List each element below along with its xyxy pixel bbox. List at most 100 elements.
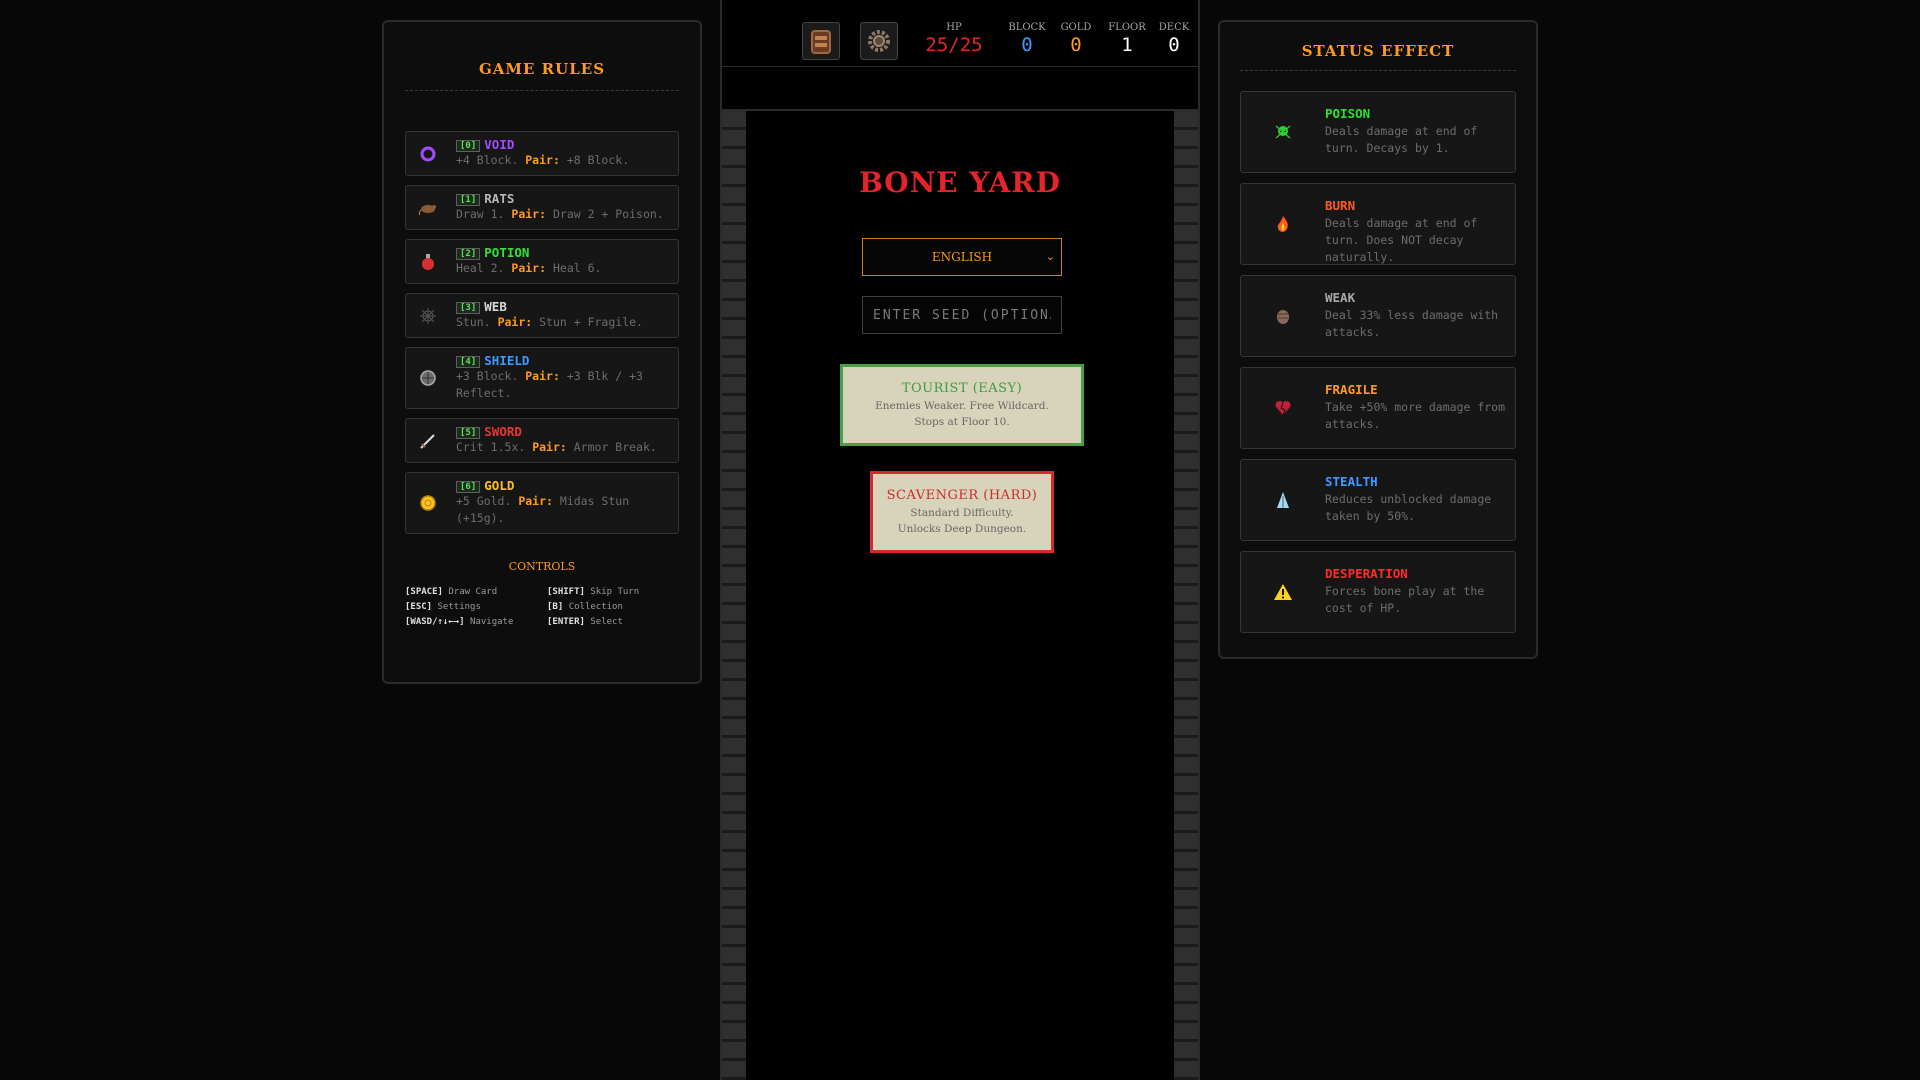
status-name: BURN [1325, 198, 1356, 213]
rule-pair-effect: Stun + Fragile. [539, 315, 643, 329]
pair-label: Pair: [511, 207, 547, 221]
gold-value: 0 [1070, 34, 1082, 56]
gold-label: GOLD [1060, 22, 1092, 33]
status-desc: Deals damage at end of turn. Decays by 1… [1325, 124, 1478, 155]
language-value: ENGLISH [931, 250, 993, 264]
status-effect-title: STATUS EFFECT [1240, 42, 1516, 71]
rules-list: [0] VOID +4 Block. Pair: +8 Block. [1] RATS D… [405, 131, 679, 534]
tourist-mode-button[interactable]: TOURIST (EASY) Enemies Weaker. Free Wild… [840, 364, 1084, 446]
status-card-desperation: DESPERATION Forces bone play at the cost … [1240, 551, 1516, 633]
status-card-fragile: FRAGILE Take +50% more damage from attack… [1240, 367, 1516, 449]
rule-card-sword: [5] SWORD Crit 1.5x. Pair: Armor Break. [405, 418, 679, 463]
web-icon [418, 306, 438, 326]
scavenger-mode-button[interactable]: SCAVENGER (HARD) Standard Difficulty. Un… [870, 471, 1054, 553]
settings-button[interactable] [860, 22, 898, 60]
seed-input[interactable] [862, 296, 1062, 334]
pair-label: Pair: [532, 440, 567, 454]
rule-desc: Heal 2. Pair: Heal 6. [456, 260, 670, 277]
rule-card-gold: [6] GOLD +5 Gold. Pair: Midas Stun (+15g). [405, 472, 679, 534]
deck-label: DECK [1158, 22, 1190, 33]
potion-icon [418, 252, 438, 272]
control-key: [B] [547, 602, 564, 612]
status-name: WEAK [1325, 290, 1356, 305]
rule-desc: +3 Block. Pair: +3 Blk / +3 Reflect. [456, 368, 670, 402]
shield-icon [418, 368, 438, 388]
rule-effect: Draw 1. [456, 207, 505, 221]
gear-icon [868, 30, 890, 52]
floor-value: 1 [1121, 34, 1133, 56]
rule-pair-effect: Heal 6. [552, 261, 602, 275]
rule-index: [1] [456, 194, 481, 206]
hud-bar: HP 25/25 BLOCK 0 GOLD 0 FLOOR 1 DECK 0 [722, 0, 1198, 67]
control-hint: [SHIFT] Skip Turn [547, 587, 677, 597]
rule-name: POTION [484, 245, 530, 260]
status-name: FRAGILE [1325, 382, 1378, 397]
rule-effect: +3 Block. [456, 369, 519, 383]
poison-skull-icon [1273, 122, 1293, 142]
control-hint: [ENTER] Select [547, 617, 677, 627]
pair-label: Pair: [511, 261, 547, 275]
control-hint: [B] Collection [547, 602, 677, 612]
control-key: [SPACE] [405, 587, 443, 597]
deck-value: 0 [1168, 34, 1180, 56]
scavenger-mode-desc-1: Standard Difficulty. [910, 507, 1014, 519]
hp-value: 25/25 [925, 34, 983, 56]
language-select[interactable]: ENGLISH ⌄ [862, 238, 1062, 276]
rule-index: [3] [456, 302, 481, 314]
rule-pair-effect: Draw 2 + Poison. [552, 207, 664, 221]
rule-index: [2] [456, 248, 481, 260]
rule-name: WEB [484, 299, 507, 314]
void-ring-icon [418, 144, 438, 164]
rule-name: SHIELD [484, 353, 530, 368]
status-desc: Reduces unblocked damage taken by 50%. [1325, 492, 1492, 523]
bag-button[interactable] [802, 22, 840, 60]
game-rules-panel: GAME RULES [0] VOID +4 Block. Pair: +8 Blo… [382, 20, 702, 684]
pair-label: Pair: [525, 153, 560, 167]
tourist-mode-desc-1: Enemies Weaker. Free Wildcard. [875, 400, 1049, 412]
rule-name: RATS [484, 191, 515, 206]
rule-effect: +4 Block. [456, 153, 519, 167]
status-desc: Forces bone play at the cost of HP. [1325, 584, 1485, 615]
rule-card-potion: [2] POTION Heal 2. Pair: Heal 6. [405, 239, 679, 284]
rule-desc: Draw 1. Pair: Draw 2 + Poison. [456, 206, 670, 223]
deck-stat: DECK 0 [1154, 22, 1194, 56]
controls-title: CONTROLS [508, 560, 576, 573]
rule-desc: Stun. Pair: Stun + Fragile. [456, 314, 670, 331]
gold-coin-icon [418, 493, 438, 513]
control-key: [ESC] [405, 602, 433, 612]
rule-card-web: [3] WEB Stun. Pair: Stun + Fragile. [405, 293, 679, 338]
game-title: BONE YARD [859, 166, 1061, 199]
gold-stat: GOLD 0 [1056, 22, 1096, 56]
status-card-poison: POISON Deals damage at end of turn. Decay… [1240, 91, 1516, 173]
effects-list: POISON Deals damage at end of turn. Decay… [1240, 91, 1516, 633]
floor-label: FLOOR [1108, 22, 1146, 33]
pair-label: Pair: [518, 494, 553, 508]
hp-stat: HP 25/25 [914, 22, 994, 56]
scavenger-mode-title: SCAVENGER (HARD) [886, 488, 1038, 503]
control-action: Skip Turn [590, 587, 640, 597]
pair-label: Pair: [497, 315, 533, 329]
control-action: Draw Card [448, 587, 498, 597]
control-action: Settings [437, 602, 481, 612]
status-card-weak: WEAK Deal 33% less damage with attacks. [1240, 275, 1516, 357]
cloak-icon [1273, 490, 1293, 510]
status-desc: Deals damage at end of turn. Does NOT de… [1325, 216, 1478, 264]
tourist-mode-desc-2: Stops at Floor 10. [914, 416, 1010, 428]
warning-icon [1273, 582, 1293, 602]
control-key: [SHIFT] [547, 587, 585, 597]
game-rules-title: GAME RULES [405, 60, 679, 91]
game-area: HP 25/25 BLOCK 0 GOLD 0 FLOOR 1 DECK 0 B… [720, 0, 1200, 1080]
rule-name: GOLD [484, 478, 515, 493]
status-name: STEALTH [1325, 474, 1378, 489]
sub-bar [722, 67, 1198, 111]
weak-fist-icon [1273, 306, 1293, 326]
rule-desc: +4 Block. Pair: +8 Block. [456, 152, 670, 169]
scavenger-mode-desc-2: Unlocks Deep Dungeon. [897, 523, 1027, 535]
control-hint: [ESC] Settings [405, 602, 547, 612]
control-action: Collection [568, 602, 623, 612]
block-label: BLOCK [1008, 22, 1046, 33]
control-action: Select [590, 617, 623, 627]
block-value: 0 [1021, 34, 1033, 56]
floor-stat: FLOOR 1 [1102, 22, 1152, 56]
rule-pair-effect: Armor Break. [573, 440, 657, 454]
